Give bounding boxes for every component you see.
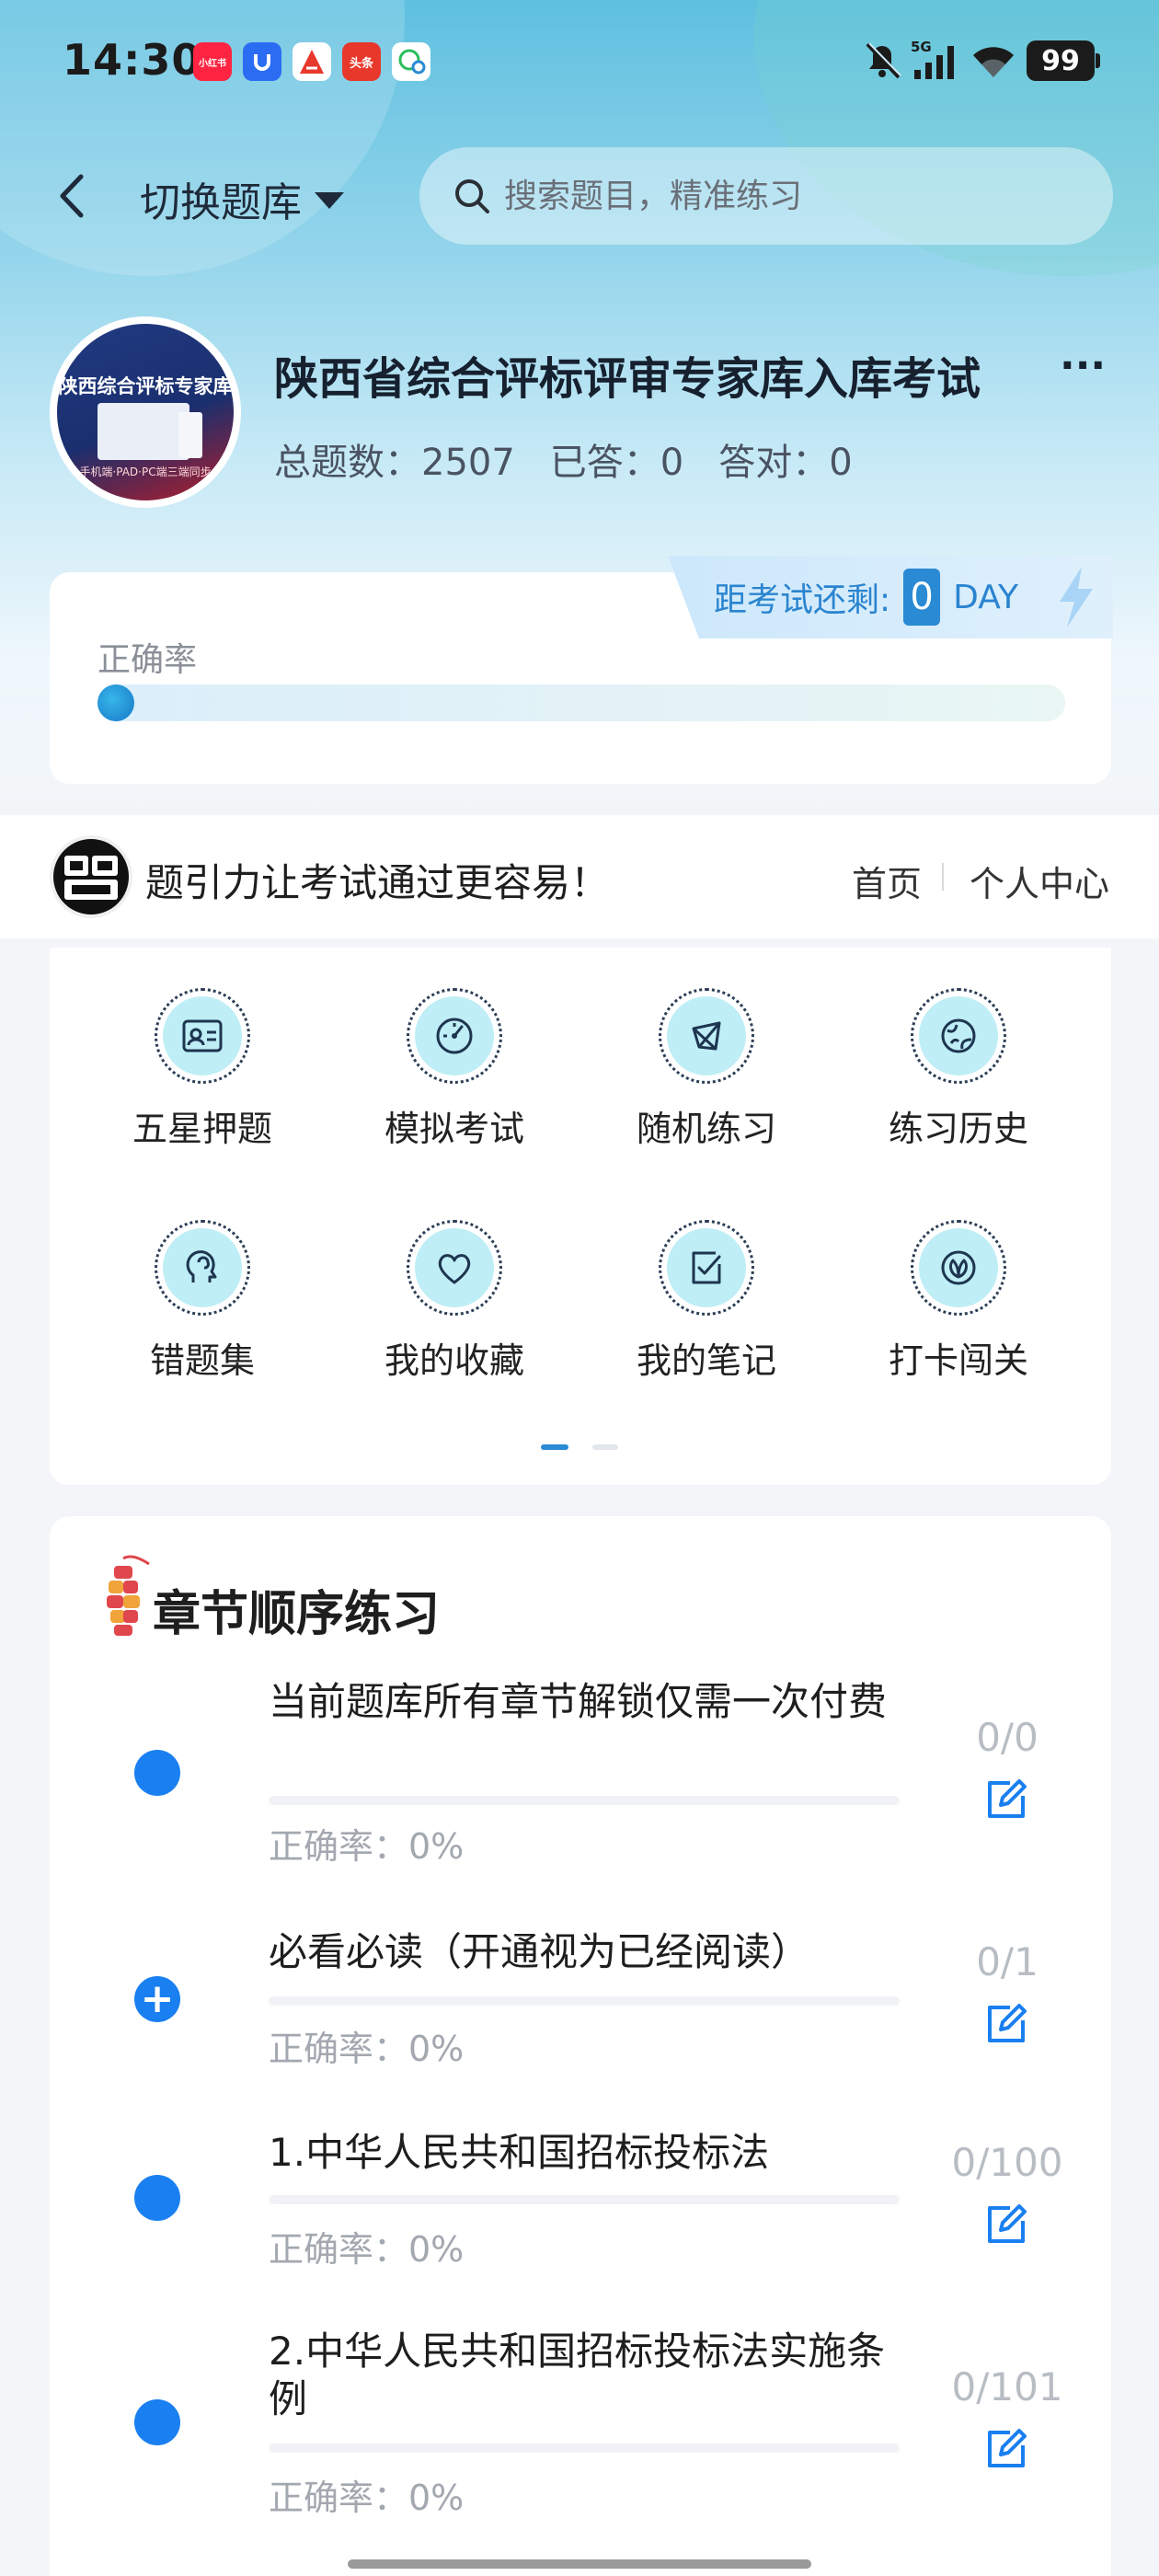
function-checkin[interactable]: 打卡闯关	[848, 1220, 1069, 1383]
pager-dot-active[interactable]	[541, 1444, 568, 1450]
stat-total: 总题数：2507	[274, 442, 515, 484]
accuracy-progress-dot	[98, 684, 134, 721]
chapter-count: 0/101	[951, 2364, 1063, 2409]
countdown-value: 0	[903, 569, 941, 626]
edit-icon[interactable]	[982, 2425, 1030, 2473]
switch-bank-label: 切换题库	[140, 179, 302, 226]
toutiao-icon: 头条	[342, 42, 381, 81]
search-icon	[455, 179, 489, 213]
chapter-title: 必看必读（开通视为已经阅读）	[269, 1929, 810, 1974]
lightning-icon	[1060, 567, 1093, 627]
function-label: 模拟考试	[384, 1109, 524, 1149]
promo-home-link[interactable]: 首页	[852, 856, 922, 906]
function-label: 练习历史	[888, 1109, 1028, 1149]
function-label: 错题集	[149, 1340, 255, 1381]
accuracy-label: 正确率	[98, 641, 198, 679]
avatar-device	[98, 403, 189, 460]
edit-icon[interactable]	[982, 1776, 1030, 1823]
function-label: 五星押题	[132, 1109, 272, 1149]
bank-avatar[interactable]: 陕西综合评标专家库 手机端·PAD·PC端三端同步	[50, 316, 241, 508]
tiyinli-logo	[50, 835, 132, 918]
caret-down-icon	[315, 192, 344, 209]
back-button[interactable]	[50, 166, 96, 226]
bank-title: 陕西省综合评标评审专家库入库考试	[274, 353, 981, 405]
function-random-practice[interactable]: 随机练习	[596, 988, 817, 1151]
promo-text: 题引力让考试通过更容易！	[145, 860, 610, 905]
chapter-status-dot	[134, 2399, 180, 2445]
stat-answered: 已答：0	[549, 442, 684, 484]
function-wrong-set[interactable]: 错题集	[92, 1220, 313, 1383]
bank-avatar-image: 陕西综合评标专家库 手机端·PAD·PC端三端同步	[57, 324, 234, 500]
checkbox-note-icon	[692, 1251, 721, 1284]
chapter-count: 0/1	[976, 1939, 1039, 1984]
edit-icon[interactable]	[982, 2201, 1030, 2248]
network-label: 5G	[911, 39, 932, 55]
chapter-count: 0/100	[951, 2140, 1063, 2185]
firecracker-icon	[107, 1555, 150, 1636]
chapter-progress-track	[269, 1996, 900, 2006]
function-notes[interactable]: 我的笔记	[596, 1220, 817, 1383]
chapter-status-dot	[134, 2175, 180, 2221]
chapter-status-dot	[134, 1750, 180, 1796]
function-practice-history[interactable]: 练习历史	[848, 988, 1069, 1151]
app-blue-icon	[243, 42, 281, 81]
countdown-unit: DAY	[953, 578, 1019, 616]
accuracy-track	[98, 684, 1065, 721]
id-card-icon	[182, 1019, 223, 1052]
chapter-count: 0/0	[976, 1715, 1039, 1760]
function-label: 我的笔记	[636, 1340, 776, 1381]
chapter-progress-track	[269, 2444, 900, 2453]
status-time: 14:30	[63, 35, 202, 85]
mute-bell-icon	[859, 39, 905, 83]
status-bar: 14:30 小红书 头条 5G 99	[0, 0, 1159, 129]
home-indicator[interactable]	[348, 2559, 811, 2569]
function-mock-exam[interactable]: 模拟考试	[344, 988, 565, 1151]
edit-icon[interactable]	[982, 2000, 1030, 2048]
chapter-section-title: 章节顺序练习	[153, 1587, 441, 1642]
cellular-signal-icon: 5G	[911, 39, 960, 83]
chapter-title: 当前题库所有章节解锁仅需一次付费	[269, 1679, 888, 1724]
countdown-label: 距考试还剩:	[714, 581, 891, 619]
function-label: 打卡闯关	[888, 1340, 1028, 1381]
chapter-title: 1.中华人民共和国招标投标法	[269, 2130, 770, 2175]
avatar-device	[178, 412, 202, 458]
wifi-icon	[968, 39, 1019, 83]
speedometer-icon	[436, 1018, 473, 1054]
function-label: 我的收藏	[384, 1340, 524, 1381]
leaf-badge-icon	[941, 1250, 976, 1285]
promo-banner: 题引力让考试通过更容易！ 首页 个人中心	[0, 815, 1159, 938]
chapter-accuracy: 正确率：0%	[269, 2229, 465, 2270]
promo-personal-center-link[interactable]: 个人中心	[970, 856, 1109, 906]
chapter-accuracy: 正确率：0%	[269, 2029, 465, 2069]
stat-correct: 答对：0	[718, 442, 853, 484]
function-five-star[interactable]: 五星押题	[92, 988, 313, 1151]
chapter-progress-track	[269, 1796, 900, 1805]
chapter-progress-track	[269, 2195, 900, 2204]
more-button[interactable]: ···	[1060, 342, 1106, 389]
app-red-a-icon	[293, 42, 331, 81]
network-graph-icon	[692, 1021, 721, 1051]
pager-dot[interactable]	[592, 1444, 618, 1450]
avatar-line1: 陕西综合评标专家库	[58, 375, 233, 397]
chapter-title: 2.中华人民共和国招标投标法实施条例	[269, 2329, 886, 2421]
chapter-expand-icon[interactable]: +	[134, 1976, 180, 2022]
function-label: 随机练习	[636, 1109, 776, 1149]
avatar-line2: 手机端·PAD·PC端三端同步	[79, 466, 212, 478]
globe-icon	[941, 1018, 976, 1053]
wechat-msg-icon	[392, 42, 430, 81]
chapter-accuracy: 正确率：0%	[269, 2478, 465, 2518]
heart-icon	[438, 1254, 471, 1284]
brain-head-icon	[186, 1250, 217, 1282]
chapter-accuracy: 正确率：0%	[269, 1826, 465, 1867]
bank-stats: 总题数：2507 已答：0 答对：0	[274, 432, 853, 486]
switch-bank-dropdown[interactable]: 切换题库	[140, 169, 344, 228]
divider	[942, 863, 944, 891]
xiaohongshu-icon: 小红书	[193, 42, 232, 81]
function-favorites[interactable]: 我的收藏	[344, 1220, 565, 1383]
search-bar[interactable]	[419, 147, 1113, 245]
exam-countdown: 距考试还剩: 0 DAY	[668, 556, 1113, 638]
search-input[interactable]	[504, 177, 1056, 215]
battery-indicator: 99	[1027, 40, 1100, 81]
